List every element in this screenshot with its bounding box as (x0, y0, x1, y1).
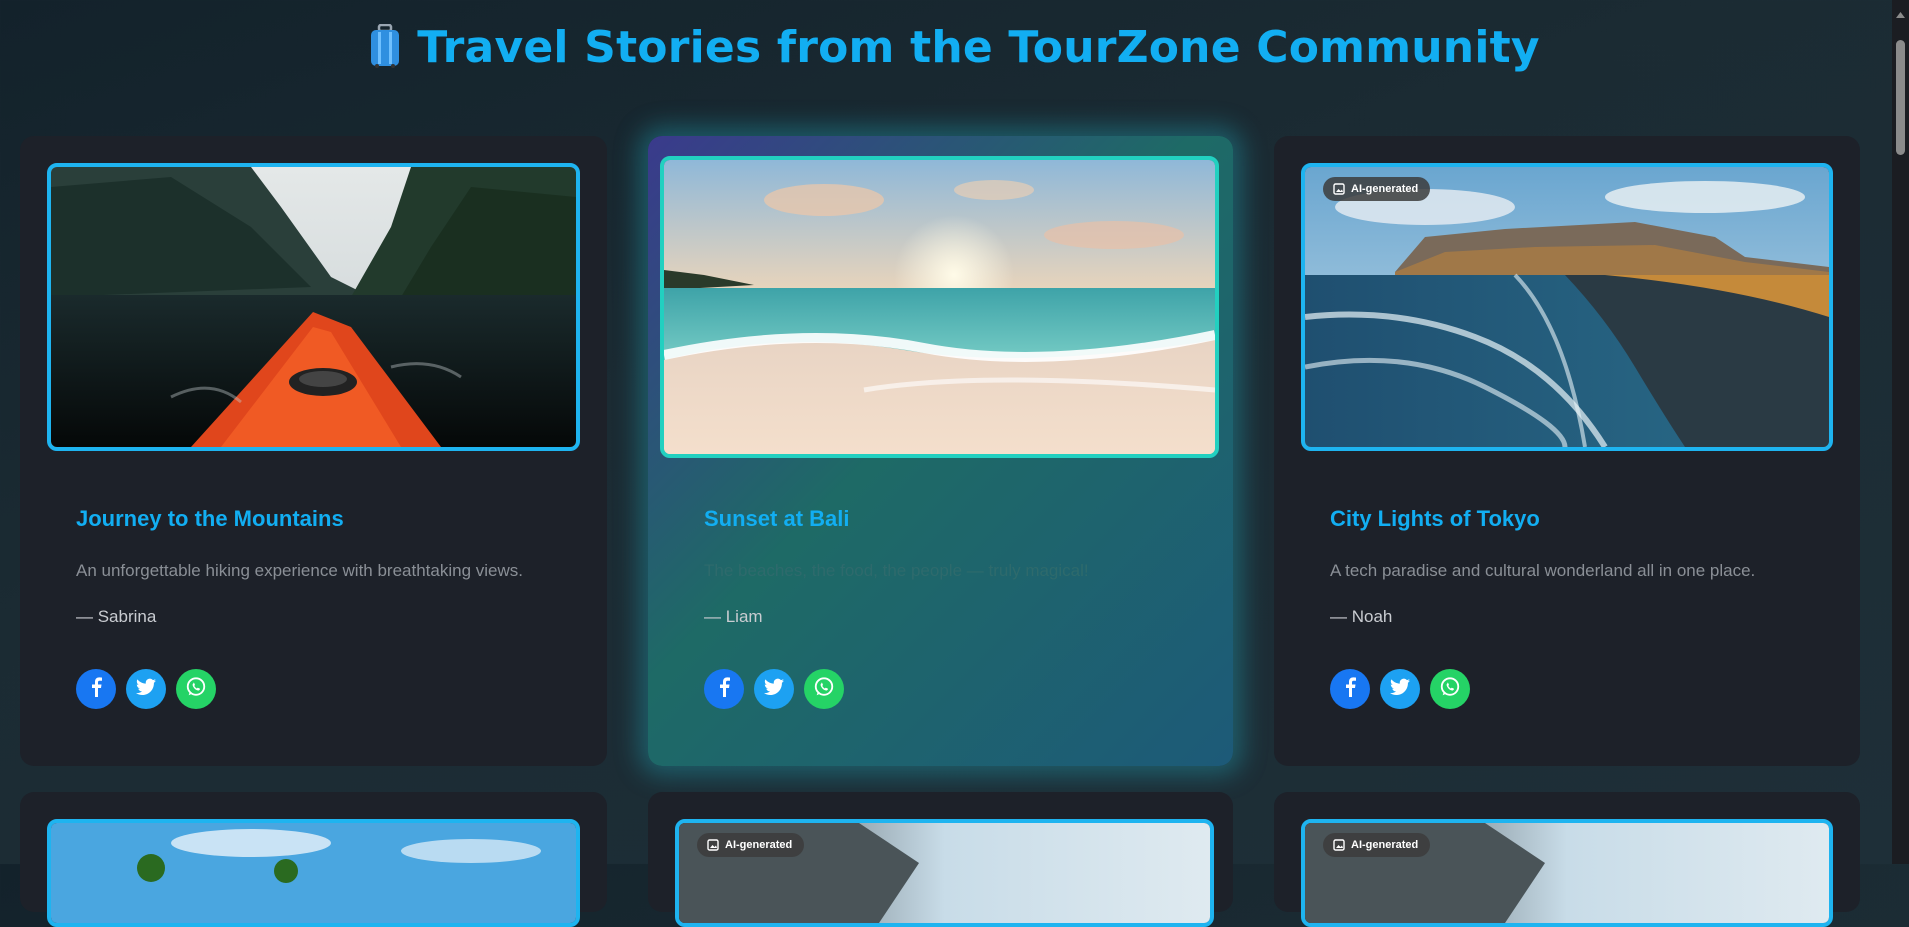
story-title[interactable]: City Lights of Tokyo (1330, 506, 1540, 532)
scroll-up-icon[interactable] (1896, 4, 1905, 23)
story-card: AI-generated City Lights of Tokyo A tech… (1274, 136, 1860, 766)
image-icon (707, 839, 719, 851)
story-card-highlighted: Sunset at Bali The beaches, the food, th… (648, 136, 1233, 766)
ai-generated-badge: AI-generated (697, 833, 805, 857)
story-title[interactable]: Sunset at Bali (704, 506, 849, 532)
ai-generated-badge: AI-generated (1323, 177, 1431, 201)
facebook-share-button[interactable] (704, 669, 744, 709)
story-author: — Sabrina (76, 607, 157, 626)
twitter-share-button[interactable] (754, 669, 794, 709)
whatsapp-icon (1439, 676, 1461, 702)
story-author: — Liam (704, 607, 763, 626)
story-description: An unforgettable hiking experience with … (76, 561, 523, 580)
whatsapp-share-button[interactable] (176, 669, 216, 709)
facebook-icon (1343, 677, 1357, 701)
share-buttons (76, 669, 216, 709)
share-buttons (704, 669, 844, 709)
story-title[interactable]: Journey to the Mountains (76, 506, 344, 532)
story-image[interactable] (47, 163, 580, 451)
image-icon (1333, 183, 1345, 195)
twitter-icon (1390, 678, 1410, 700)
twitter-share-button[interactable] (1380, 669, 1420, 709)
story-description: The beaches, the food, the people — trul… (704, 561, 1089, 580)
twitter-share-button[interactable] (126, 669, 166, 709)
page-title: Travel Stories from the TourZone Communi… (0, 22, 1909, 79)
story-image[interactable]: AI-generated (675, 819, 1214, 927)
whatsapp-icon (185, 676, 207, 702)
twitter-icon (764, 678, 784, 700)
story-author: — Noah (1330, 607, 1393, 626)
story-card: AI-generated (648, 792, 1233, 927)
facebook-icon (89, 677, 103, 701)
whatsapp-share-button[interactable] (804, 669, 844, 709)
story-image[interactable] (47, 819, 580, 927)
story-description: A tech paradise and cultural wonderland … (1330, 561, 1756, 580)
story-card: AI-generated (1274, 792, 1860, 927)
story-card: Journey to the Mountains An unforgettabl… (20, 136, 607, 766)
story-image[interactable] (660, 156, 1219, 458)
story-image[interactable]: AI-generated (1301, 819, 1833, 927)
ai-generated-badge: AI-generated (1323, 833, 1431, 857)
scrollbar[interactable] (1892, 0, 1909, 864)
image-icon (1333, 839, 1345, 851)
facebook-share-button[interactable] (1330, 669, 1370, 709)
whatsapp-share-button[interactable] (1430, 669, 1470, 709)
share-buttons (1330, 669, 1470, 709)
facebook-share-button[interactable] (76, 669, 116, 709)
scrollbar-thumb[interactable] (1896, 40, 1905, 155)
story-image[interactable]: AI-generated (1301, 163, 1833, 451)
whatsapp-icon (813, 676, 835, 702)
story-card (20, 792, 607, 927)
page-title-text: Travel Stories from the TourZone Communi… (417, 22, 1540, 73)
luggage-icon (369, 23, 401, 79)
twitter-icon (136, 678, 156, 700)
facebook-icon (717, 677, 731, 701)
